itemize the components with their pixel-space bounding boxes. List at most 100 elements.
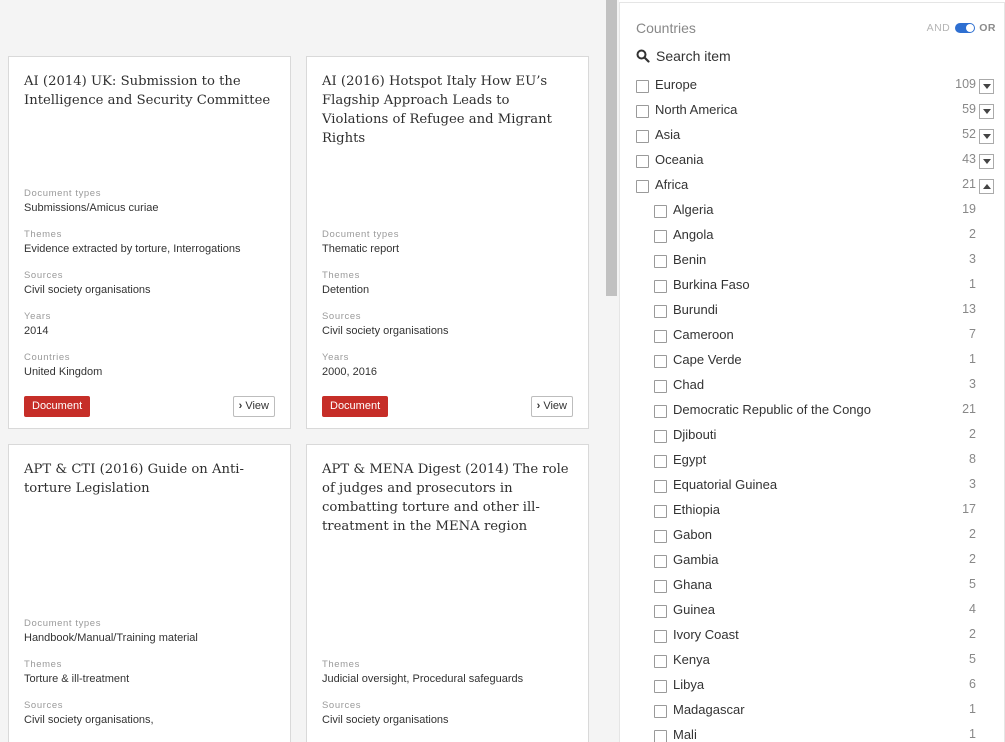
- view-button[interactable]: › View: [530, 396, 573, 417]
- chevron-right-icon: ›: [536, 400, 541, 412]
- checkbox[interactable]: [654, 330, 667, 343]
- card-title[interactable]: APT & CTI (2016) Guide on Anti-torture L…: [24, 460, 275, 498]
- checkbox[interactable]: [654, 555, 667, 568]
- checkbox[interactable]: [654, 355, 667, 368]
- country-item[interactable]: Algeria 19: [620, 199, 1004, 224]
- country-item[interactable]: Gabon 2: [620, 524, 1004, 549]
- country-item-label: Mali: [673, 727, 697, 742]
- field-label: Sources: [24, 270, 64, 281]
- country-item-count: 13: [962, 302, 976, 316]
- country-item[interactable]: Ivory Coast 2: [620, 624, 1004, 649]
- country-item-count: 5: [969, 652, 976, 666]
- checkbox[interactable]: [654, 230, 667, 243]
- checkbox[interactable]: [654, 255, 667, 268]
- checkbox[interactable]: [654, 380, 667, 393]
- field-label: Themes: [24, 659, 62, 670]
- results-scrollbar-thumb[interactable]: [606, 0, 617, 296]
- country-item[interactable]: Benin 3: [620, 249, 1004, 274]
- checkbox[interactable]: [654, 605, 667, 618]
- checkbox[interactable]: [654, 505, 667, 518]
- country-item[interactable]: Cape Verde 1: [620, 349, 1004, 374]
- checkbox[interactable]: [636, 80, 649, 93]
- checkbox[interactable]: [636, 105, 649, 118]
- country-item-count: 2: [969, 227, 976, 241]
- search-item-field[interactable]: Search item: [636, 48, 731, 64]
- region-item[interactable]: Africa 21: [620, 174, 1004, 199]
- country-item-label: Burkina Faso: [673, 277, 750, 292]
- country-item[interactable]: Kenya 5: [620, 649, 1004, 674]
- country-item-count: 1: [969, 727, 976, 741]
- country-item[interactable]: Ghana 5: [620, 574, 1004, 599]
- field-value: Civil society organisations,: [24, 714, 154, 726]
- checkbox[interactable]: [636, 130, 649, 143]
- field-value: 2000, 2016: [322, 366, 378, 378]
- toggle-knob: [966, 24, 975, 32]
- country-item-label: Guinea: [673, 602, 715, 617]
- country-item-label: Democratic Republic of the Congo: [673, 402, 871, 417]
- checkbox[interactable]: [654, 455, 667, 468]
- field-label: Sources: [24, 700, 64, 711]
- expand-button[interactable]: [979, 154, 994, 169]
- country-item[interactable]: Madagascar 1: [620, 699, 1004, 724]
- checkbox[interactable]: [654, 580, 667, 593]
- region-item[interactable]: Europe 109: [620, 74, 1004, 99]
- country-item-label: Ethiopia: [673, 502, 720, 517]
- field-value: Thematic report: [322, 243, 400, 255]
- country-item[interactable]: Mali 1: [620, 724, 1004, 742]
- country-item[interactable]: Democratic Republic of the Congo 21: [620, 399, 1004, 424]
- card-title[interactable]: APT & MENA Digest (2014) The role of jud…: [322, 460, 573, 536]
- checkbox[interactable]: [654, 705, 667, 718]
- expand-button[interactable]: [979, 79, 994, 94]
- region-item[interactable]: North America 59: [620, 99, 1004, 124]
- checkbox[interactable]: [654, 405, 667, 418]
- checkbox[interactable]: [654, 305, 667, 318]
- country-item[interactable]: Ethiopia 17: [620, 499, 1004, 524]
- checkbox[interactable]: [636, 155, 649, 168]
- country-item[interactable]: Angola 2: [620, 224, 1004, 249]
- country-item-label: Cameroon: [673, 327, 734, 342]
- view-button[interactable]: › View: [232, 396, 275, 417]
- checkbox[interactable]: [654, 430, 667, 443]
- country-item[interactable]: Burkina Faso 1: [620, 274, 1004, 299]
- country-item-count: 6: [969, 677, 976, 691]
- expand-button[interactable]: [979, 104, 994, 119]
- checkbox[interactable]: [654, 530, 667, 543]
- country-item[interactable]: Chad 3: [620, 374, 1004, 399]
- country-item-count: 4: [969, 602, 976, 616]
- checkbox[interactable]: [654, 680, 667, 693]
- field-value: Civil society organisations: [322, 714, 449, 726]
- country-item[interactable]: Guinea 4: [620, 599, 1004, 624]
- checkbox[interactable]: [654, 730, 667, 742]
- region-item[interactable]: Asia 52: [620, 124, 1004, 149]
- field-label: Document types: [24, 618, 102, 629]
- and-or-switch[interactable]: AND OR: [927, 22, 996, 34]
- checkbox[interactable]: [654, 205, 667, 218]
- country-item-label: Chad: [673, 377, 705, 392]
- country-item[interactable]: Libya 6: [620, 674, 1004, 699]
- expand-button[interactable]: [979, 129, 994, 144]
- checkbox[interactable]: [654, 655, 667, 668]
- search-icon: [636, 49, 650, 63]
- checkbox[interactable]: [654, 630, 667, 643]
- and-or-toggle[interactable]: [955, 23, 976, 33]
- country-item[interactable]: Cameroon 7: [620, 324, 1004, 349]
- field-label: Sources: [322, 311, 362, 322]
- region-item[interactable]: Oceania 43: [620, 149, 1004, 174]
- checkbox[interactable]: [636, 180, 649, 193]
- country-item[interactable]: Burundi 13: [620, 299, 1004, 324]
- field-label: Countries: [24, 352, 71, 363]
- card-title[interactable]: AI (2016) Hotspot Italy How EU’s Flagshi…: [322, 72, 573, 148]
- result-card: APT & MENA Digest (2014) The role of jud…: [306, 444, 589, 742]
- collapse-button[interactable]: [979, 179, 994, 194]
- country-item[interactable]: Equatorial Guinea 3: [620, 474, 1004, 499]
- country-item-count: 2: [969, 427, 976, 441]
- checkbox[interactable]: [654, 280, 667, 293]
- caret-up-icon: [982, 184, 991, 189]
- country-item-count: 2: [969, 527, 976, 541]
- country-item-label: Ghana: [673, 577, 713, 592]
- country-item[interactable]: Gambia 2: [620, 549, 1004, 574]
- country-item[interactable]: Djibouti 2: [620, 424, 1004, 449]
- checkbox[interactable]: [654, 480, 667, 493]
- country-item[interactable]: Egypt 8: [620, 449, 1004, 474]
- card-title[interactable]: AI (2014) UK: Submission to the Intellig…: [24, 72, 275, 110]
